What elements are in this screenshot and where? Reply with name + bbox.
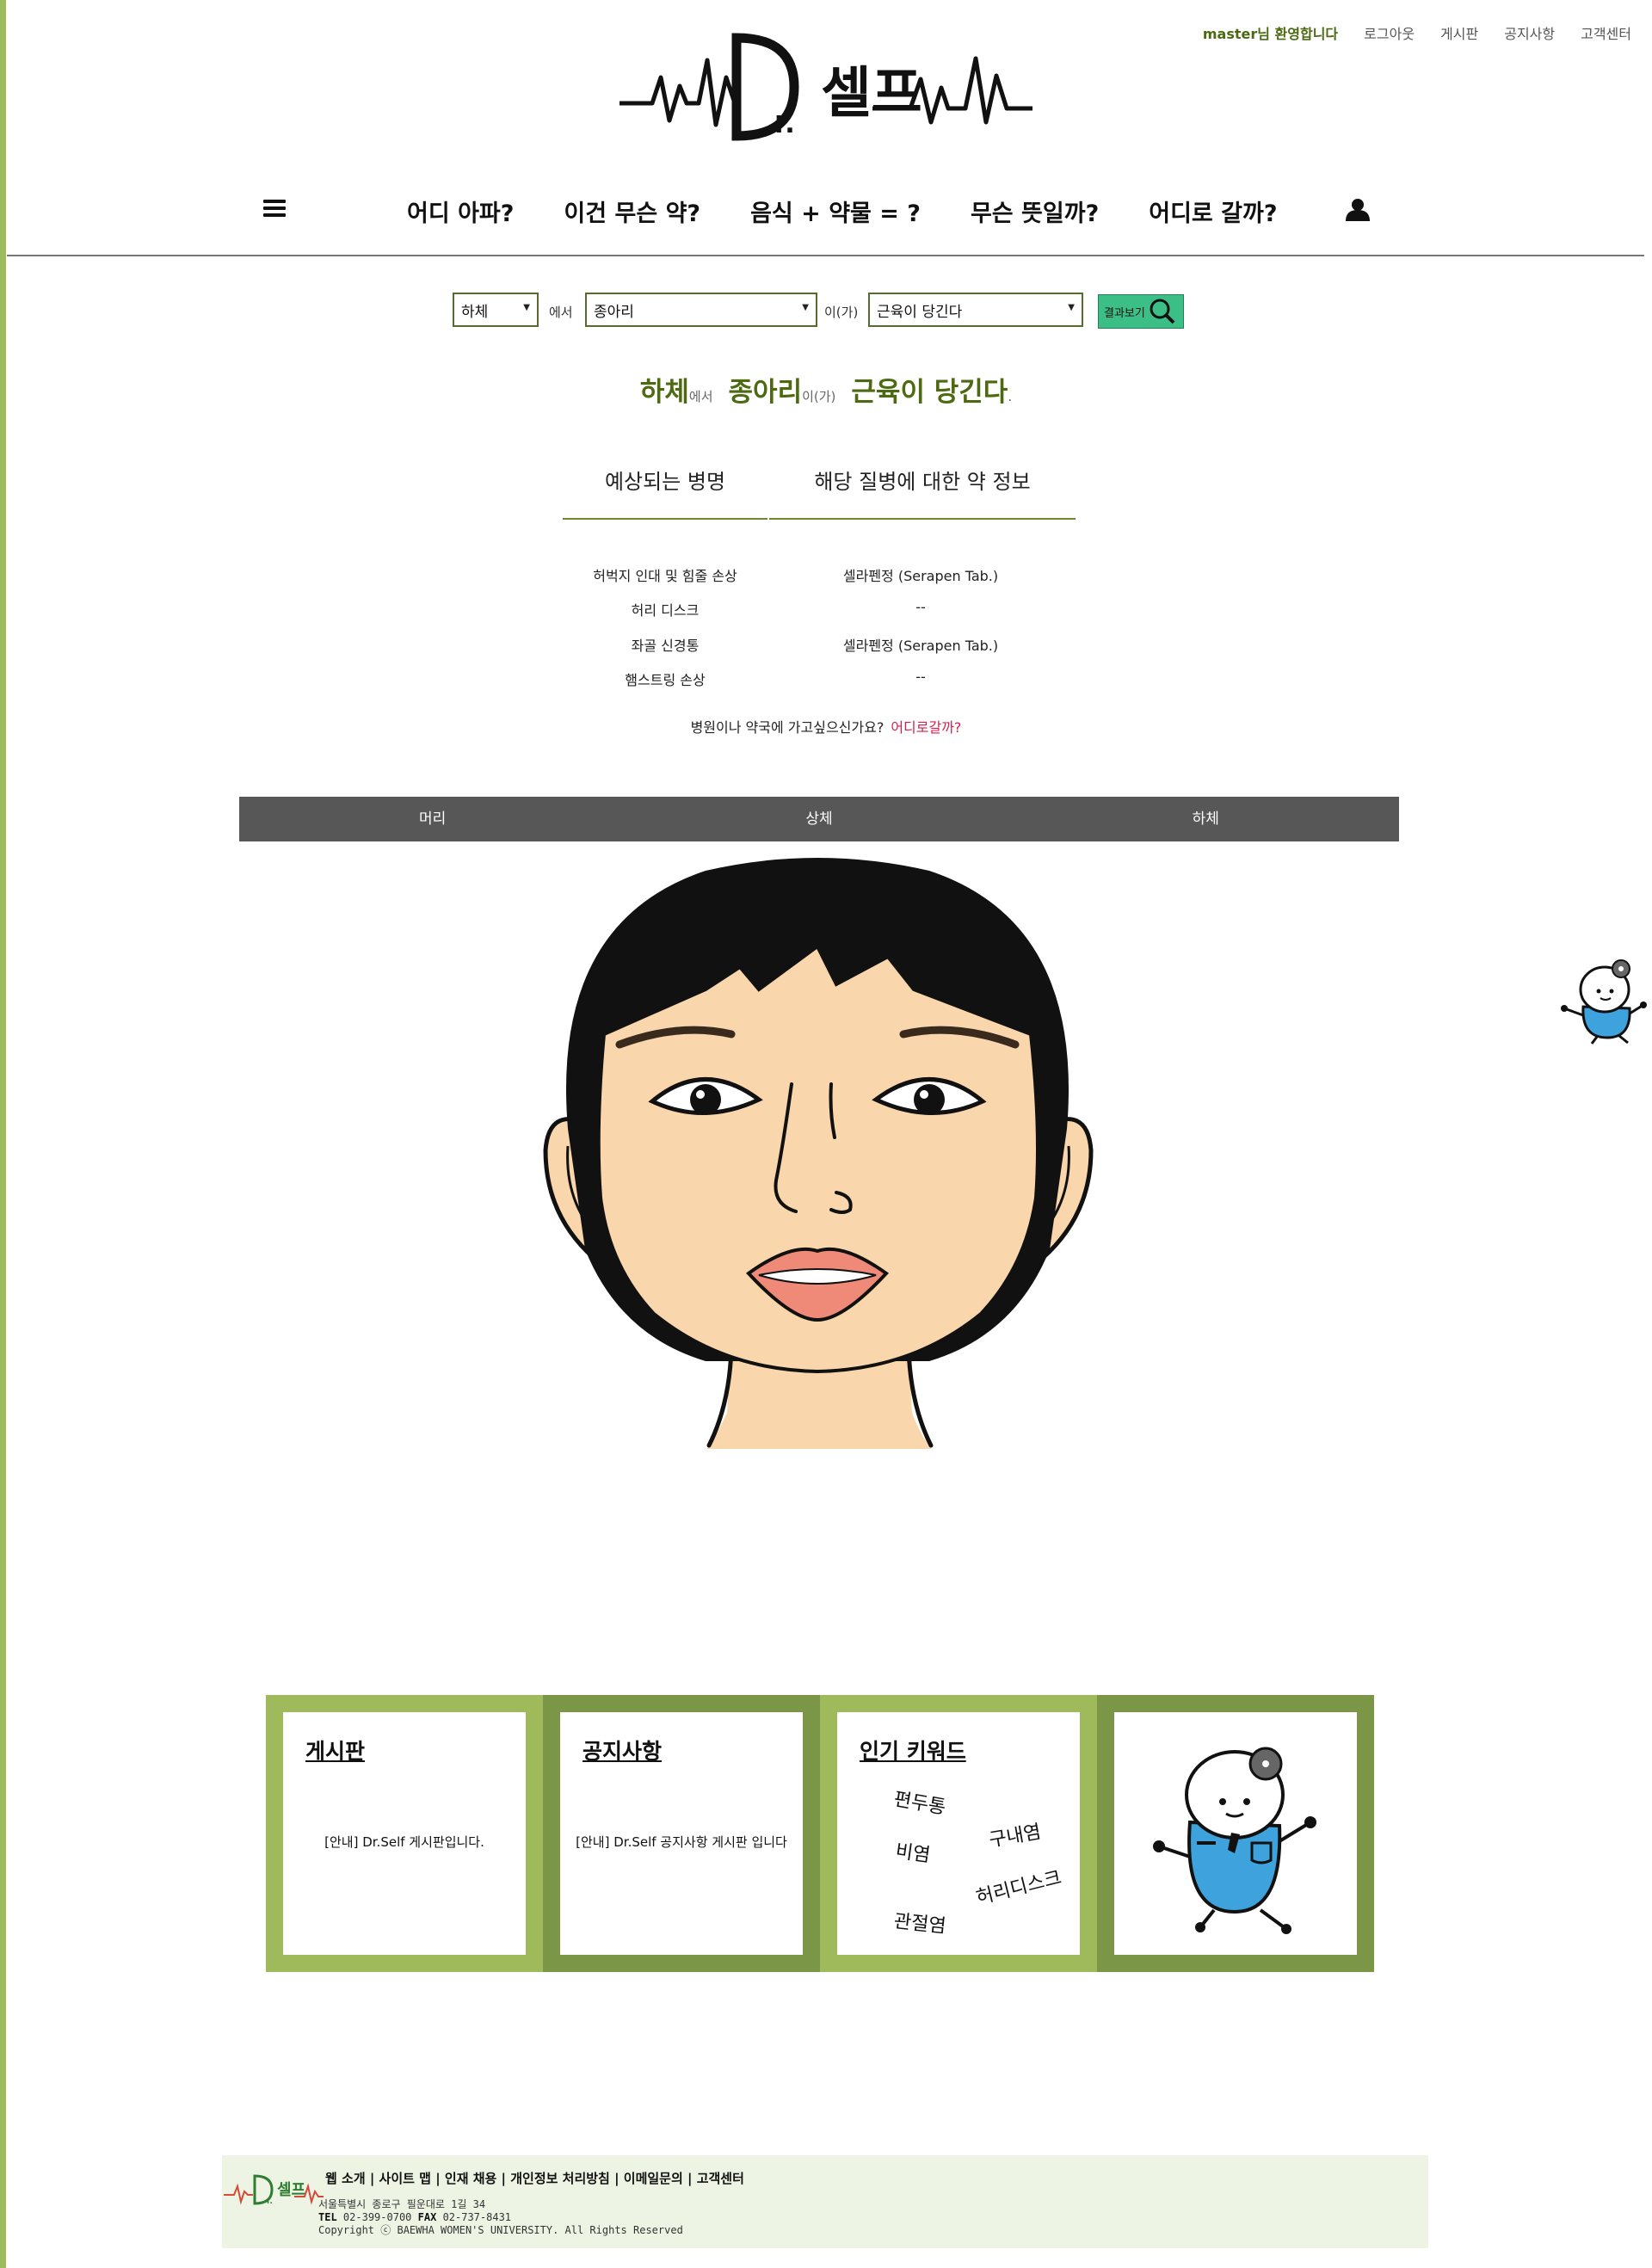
logout-link[interactable]: 로그아웃 <box>1364 22 1415 43</box>
result-row: 허리 디스크 -- <box>0 599 1652 619</box>
hospital-prompt: 병원이나 약국에 가고싶으신가요? 어디로갈까? <box>0 716 1652 736</box>
medicine-name: -- <box>915 599 926 615</box>
fax-value: 02-737-8431 <box>442 2211 512 2223</box>
notice-link[interactable]: 공지사항 <box>1504 22 1555 43</box>
area-value: 종아리 <box>594 304 634 321</box>
chevron-down-icon: ▼ <box>523 303 530 312</box>
footer-copyright: Copyright ⓒ BAEWHA WOMEN'S UNIVERSITY. A… <box>318 2224 683 2236</box>
svg-text:셀프: 셀프 <box>821 62 922 126</box>
doctor-mascot-image <box>1153 1747 1316 1934</box>
svg-text:r.: r. <box>267 2196 273 2206</box>
main-nav: 어디 아파? 이건 무슨 약? 음식 + 약물 = ? 무슨 뜻일까? 어디로 … <box>0 191 1652 234</box>
menu-icon[interactable] <box>263 200 286 217</box>
user-icon[interactable] <box>1344 198 1372 222</box>
nav-food-drug[interactable]: 음식 + 약물 = ? <box>750 194 921 228</box>
symptom-search: 하체 ▼ 에서 종아리 ▼ 이(가) 근육이 당긴다 ▼ 결과보기 <box>0 293 1652 330</box>
part-suffix: 에서 <box>549 305 573 320</box>
notice-card[interactable]: 공지사항 [안내] Dr.Self 공지사항 게시판 입니다 <box>543 1695 820 1972</box>
disease-name[interactable]: 허벅지 인대 및 힘줄 손상 <box>568 564 762 585</box>
headline-symptom: 근육이 당긴다 <box>851 377 1008 408</box>
nav-where-hurt[interactable]: 어디 아파? <box>407 194 514 228</box>
mascot-float-icon[interactable] <box>1557 955 1648 1045</box>
footer-address: 서울특별시 종로구 필운대로 1길 34 <box>318 2198 486 2210</box>
nav-what-medicine[interactable]: 이건 무슨 약? <box>564 194 700 228</box>
result-button[interactable]: 결과보기 <box>1098 294 1184 329</box>
board-link[interactable]: 게시판 <box>1440 22 1478 43</box>
footer-address-block: 서울특별시 종로구 필운대로 1길 34 TEL 02-399-0700 FAX… <box>318 2198 683 2237</box>
notice-card-title[interactable]: 공지사항 <box>583 1735 662 1766</box>
chevron-down-icon: ▼ <box>1068 303 1075 312</box>
tab-upper-body[interactable]: 상체 <box>626 797 1012 841</box>
headline-period: . <box>1008 389 1013 404</box>
footer-contact: TEL 02-399-0700 FAX 02-737-8431 <box>318 2211 683 2224</box>
customer-center-link[interactable]: 고객센터 <box>1581 22 1631 43</box>
headline-area-suffix: 이(가) <box>802 389 836 404</box>
headline-part-suffix: 에서 <box>688 389 713 404</box>
left-accent-bar <box>0 0 6 2268</box>
keyword-item[interactable]: 편두통 <box>892 1784 948 1820</box>
medicine-name[interactable]: 셀라펜정 (Serapen Tab.) <box>792 564 1050 585</box>
tel-label: TEL <box>318 2211 337 2223</box>
board-card-post[interactable]: [안내] Dr.Self 게시판입니다. <box>283 1833 526 1851</box>
board-card[interactable]: 게시판 [안내] Dr.Self 게시판입니다. <box>266 1695 543 1972</box>
medicine-name: -- <box>915 669 926 685</box>
search-icon <box>1150 299 1175 324</box>
symptom-value: 근육이 당긴다 <box>877 304 963 321</box>
result-row: 햄스트링 손상 -- <box>0 669 1652 689</box>
disease-name[interactable]: 햄스트링 손상 <box>568 669 762 689</box>
tel-value: 02-399-0700 <box>342 2211 412 2223</box>
result-headline: 하체에서 종아리이(가) 근육이 당긴다. <box>0 370 1652 409</box>
disease-name[interactable]: 좌골 신경통 <box>568 634 762 655</box>
face-illustration[interactable] <box>533 854 1101 1456</box>
symptom-select[interactable]: 근육이 당긴다 ▼ <box>868 293 1083 327</box>
result-row: 허벅지 인대 및 힘줄 손상 셀라펜정 (Serapen Tab.) <box>0 564 1652 585</box>
disease-name[interactable]: 허리 디스크 <box>568 599 762 619</box>
nav-divider <box>7 255 1644 256</box>
site-footer: r. 셀프 웹 소개 | 사이트 맵 | 인재 채용 | 개인정보 처리방침 |… <box>222 2155 1428 2248</box>
top-links: master님 환영합니다 로그아웃 게시판 공지사항 고객센터 <box>1203 22 1631 43</box>
tab-lower-body[interactable]: 하체 <box>1013 797 1399 841</box>
result-button-label: 결과보기 <box>1104 306 1145 320</box>
medicine-name[interactable]: 셀라펜정 (Serapen Tab.) <box>792 634 1050 655</box>
nav-meaning[interactable]: 무슨 뜻일까? <box>971 194 1099 228</box>
mascot-card <box>1097 1695 1374 1972</box>
keyword-item[interactable]: 구내염 <box>987 1816 1043 1852</box>
tab-medicine-info[interactable]: 해당 질병에 대한 약 정보 <box>769 465 1076 520</box>
chevron-down-icon: ▼ <box>802 303 809 312</box>
svg-text:r.: r. <box>774 104 794 140</box>
notice-card-post[interactable]: [안내] Dr.Self 공지사항 게시판 입니다 <box>560 1833 803 1851</box>
body-part-select[interactable]: 하체 ▼ <box>453 293 539 327</box>
keyword-item[interactable]: 허리디스크 <box>973 1862 1064 1910</box>
footer-logo[interactable]: r. 셀프 <box>222 2169 325 2209</box>
result-row: 좌골 신경통 셀라펜정 (Serapen Tab.) <box>0 634 1652 655</box>
fax-label: FAX <box>417 2211 437 2223</box>
body-part-value: 하체 <box>461 304 489 321</box>
nav-where-go[interactable]: 어디로 갈까? <box>1149 194 1277 228</box>
welcome-message: master님 환영합니다 <box>1202 26 1339 42</box>
body-region-tabs: 머리 상체 하체 <box>239 797 1399 841</box>
tab-head[interactable]: 머리 <box>239 797 626 841</box>
board-card-title[interactable]: 게시판 <box>305 1735 365 1766</box>
site-logo[interactable]: r. 셀프 <box>618 26 1034 142</box>
keywords-card-title: 인기 키워드 <box>860 1739 966 1764</box>
tab-expected-disease[interactable]: 예상되는 병명 <box>563 465 767 520</box>
keyword-item[interactable]: 관절염 <box>892 1906 947 1938</box>
keyword-item[interactable]: 비염 <box>894 1835 933 1867</box>
footer-links[interactable]: 웹 소개 | 사이트 맵 | 인재 채용 | 개인정보 처리방침 | 이메일문의… <box>325 2169 744 2187</box>
area-select[interactable]: 종아리 ▼ <box>585 293 817 327</box>
hospital-question: 병원이나 약국에 가고싶으신가요? <box>690 719 885 736</box>
headline-area: 종아리 <box>728 377 803 408</box>
headline-part: 하체 <box>639 377 689 408</box>
area-suffix: 이(가) <box>824 305 859 320</box>
where-to-go-link[interactable]: 어디로갈까? <box>891 719 961 736</box>
keywords-card: 인기 키워드 편두통 구내염 비염 허리디스크 관절염 <box>820 1695 1097 1972</box>
